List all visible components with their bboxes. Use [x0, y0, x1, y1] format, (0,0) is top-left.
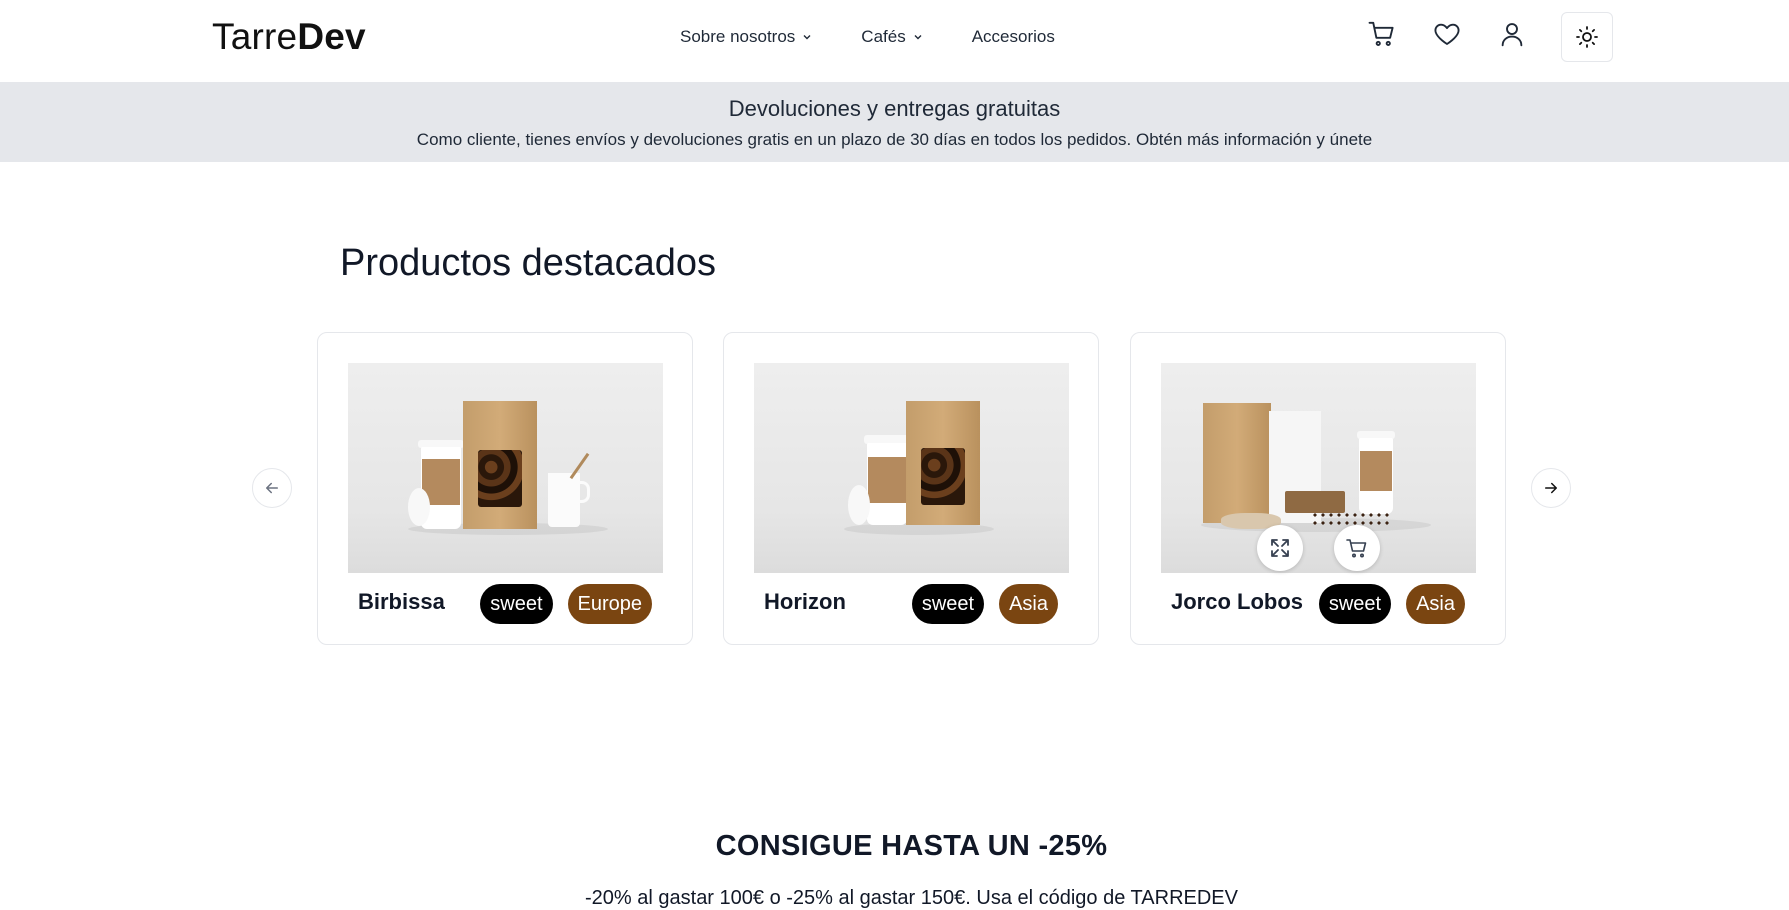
nav-item-label: Cafés [861, 27, 906, 46]
cart-icon [1368, 21, 1394, 46]
nav-item-label: Accesorios [971, 27, 1055, 46]
section-title: Productos destacados [340, 242, 717, 284]
origin-tag: Asia [1406, 584, 1465, 624]
nav-item-label: Sobre nosotros [680, 27, 796, 46]
flavor-tag: sweet [911, 584, 985, 624]
cart-button[interactable] [1366, 18, 1398, 50]
heart-icon [1434, 23, 1460, 45]
cart-icon [1346, 539, 1367, 558]
site-header: TarreDev Sobre nosotros Cafés Accesorios [0, 0, 1789, 82]
product-card[interactable]: Jorco Lobos sweet Asia [1130, 332, 1506, 645]
main-nav: Sobre nosotros Cafés Accesorios [680, 27, 1103, 47]
flavor-tag: sweet [480, 584, 553, 624]
account-button[interactable] [1496, 18, 1528, 50]
nav-item-sobre-nosotros[interactable]: Sobre nosotros [680, 27, 813, 47]
chevron-down-icon [914, 35, 922, 40]
product-name[interactable]: Horizon [764, 589, 846, 615]
flavor-tag: sweet [1318, 584, 1392, 624]
logo-bold-text: Dev [297, 16, 366, 57]
shipping-banner: Devoluciones y entregas gratuitas Como c… [0, 82, 1789, 162]
sun-icon [1576, 26, 1598, 48]
origin-tag: Europe [567, 584, 652, 624]
chevron-down-icon [803, 35, 811, 40]
logo-light-text: Tarre [212, 16, 298, 57]
product-image[interactable] [348, 363, 663, 573]
product-tags: sweet Asia [1304, 584, 1465, 624]
quick-view-button[interactable] [1257, 525, 1303, 571]
product-image[interactable] [1161, 363, 1476, 573]
product-name[interactable]: Birbissa [358, 589, 445, 615]
promo-text: -20% al gastar 100€ o -25% al gastar 150… [585, 887, 1238, 909]
product-image[interactable] [754, 363, 1069, 573]
promo-title: CONSIGUE HASTA UN -25% [715, 830, 1108, 862]
add-to-cart-button[interactable] [1334, 525, 1380, 571]
carousel-prev-button[interactable] [252, 468, 292, 508]
product-name[interactable]: Jorco Lobos [1171, 589, 1303, 615]
theme-toggle-button[interactable] [1561, 12, 1613, 62]
carousel-next-button[interactable] [1531, 468, 1571, 508]
arrow-left-icon [266, 482, 278, 494]
banner-text: Como cliente, tienes envíos y devolucion… [416, 130, 1373, 149]
product-tags: sweet Asia [897, 584, 1058, 624]
arrow-right-icon [1545, 482, 1557, 494]
product-tags: sweet Europe [465, 584, 652, 624]
origin-tag: Asia [999, 584, 1058, 624]
product-card[interactable]: Birbissa sweet Europe [317, 332, 693, 645]
logo[interactable]: TarreDev [212, 16, 366, 58]
header-actions [1366, 18, 1561, 50]
product-card[interactable]: Horizon sweet Asia [723, 332, 1099, 645]
banner-title: Devoluciones y entregas gratuitas [728, 96, 1061, 121]
expand-icon [1271, 539, 1289, 557]
user-icon [1501, 23, 1523, 47]
nav-item-cafes[interactable]: Cafés [861, 27, 923, 47]
wishlist-button[interactable] [1431, 18, 1463, 50]
nav-item-accesorios[interactable]: Accesorios [972, 27, 1055, 47]
